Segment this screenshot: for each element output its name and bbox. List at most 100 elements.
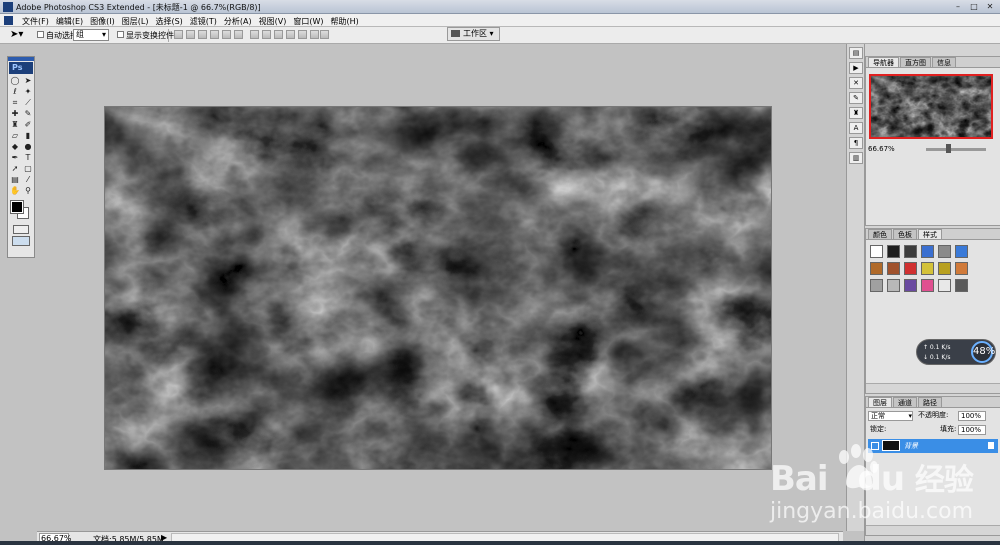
document-canvas[interactable] (104, 106, 772, 470)
align-hcenter-icon[interactable] (222, 30, 231, 39)
maximize-button[interactable]: □ (967, 1, 981, 12)
pen-tool-icon[interactable]: ✒ (9, 153, 21, 163)
style-swatch[interactable] (887, 262, 900, 275)
style-swatch[interactable] (870, 279, 883, 292)
align-left-icon[interactable] (210, 30, 219, 39)
navigator-slider-knob[interactable] (946, 144, 951, 153)
style-swatch[interactable] (938, 262, 951, 275)
workspace-button[interactable]: 工作区 ▾ (447, 27, 500, 41)
style-swatch[interactable] (921, 262, 934, 275)
color-picker (8, 197, 34, 223)
align-right-icon[interactable] (234, 30, 243, 39)
style-swatch[interactable] (870, 245, 883, 258)
photoshop-window: Adobe Photoshop CS3 Extended - [未标题-1 @ … (0, 0, 1000, 545)
workspace-icon (451, 30, 460, 37)
distribute-hcenter-icon[interactable] (298, 30, 307, 39)
align-vcenter-icon[interactable] (186, 30, 195, 39)
distribute-buttons (250, 30, 319, 39)
brush-tool-icon[interactable]: ✎ (22, 109, 34, 119)
style-swatch[interactable] (921, 245, 934, 258)
healing-brush-icon[interactable]: ✚ (9, 109, 21, 119)
actions-panel-icon[interactable]: ▶ (849, 62, 863, 74)
tab-color[interactable]: 颜色 (868, 229, 892, 239)
distribute-bottom-icon[interactable] (274, 30, 283, 39)
style-swatch[interactable] (904, 279, 917, 292)
auto-align-group (320, 30, 329, 39)
tab-paths[interactable]: 路径 (918, 397, 942, 407)
distribute-vcenter-icon[interactable] (262, 30, 271, 39)
tool-presets-icon[interactable]: ✕ (849, 77, 863, 89)
toolbox-grip[interactable] (8, 57, 34, 61)
distribute-right-icon[interactable] (310, 30, 319, 39)
shape-tool-icon[interactable]: ▢ (22, 164, 34, 174)
magic-wand-icon[interactable]: ✦ (22, 87, 34, 97)
brushes-panel-icon[interactable]: ✎ (849, 92, 863, 104)
distribute-left-icon[interactable] (286, 30, 295, 39)
hand-tool-icon[interactable]: ✋ (9, 186, 21, 196)
history-brush-icon[interactable]: ✐ (22, 120, 34, 130)
tab-histogram[interactable]: 直方图 (900, 57, 931, 67)
style-swatch[interactable] (887, 279, 900, 292)
zoom-tool-icon[interactable]: ⚲ (22, 186, 34, 196)
dodge-tool-icon[interactable]: ● (22, 142, 34, 152)
navigator-zoom-slider[interactable] (926, 148, 986, 151)
opacity-field[interactable]: 100% (958, 411, 986, 421)
style-swatch[interactable] (887, 245, 900, 258)
type-tool-icon[interactable]: T (22, 153, 34, 163)
style-swatch[interactable] (938, 279, 951, 292)
tab-navigator[interactable]: 导航器 (868, 57, 899, 67)
clone-source-icon[interactable]: ♜ (849, 107, 863, 119)
layer-row-background[interactable]: 背景 (868, 439, 998, 453)
auto-select-checkbox[interactable] (37, 31, 44, 38)
navigator-zoom[interactable]: 66.67% (868, 145, 895, 153)
quick-mask-button[interactable] (13, 225, 29, 234)
align-top-icon[interactable] (174, 30, 183, 39)
style-swatch[interactable] (955, 279, 968, 292)
minimize-button[interactable]: – (951, 1, 965, 12)
tab-layers[interactable]: 图层 (868, 397, 892, 407)
network-speed-widget: ↑ 0.1 K/s ↓ 0.1 K/s 48% (916, 339, 996, 365)
tab-swatches[interactable]: 色板 (893, 229, 917, 239)
layer-comps-icon[interactable]: ▥ (849, 152, 863, 164)
marquee-tool-icon[interactable]: ◯ (9, 76, 21, 86)
tab-channels[interactable]: 通道 (893, 397, 917, 407)
gradient-tool-icon[interactable]: ▮ (22, 131, 34, 141)
notes-tool-icon[interactable]: ▤ (9, 175, 21, 185)
blur-tool-icon[interactable]: ◆ (9, 142, 21, 152)
style-swatch[interactable] (955, 262, 968, 275)
style-swatch[interactable] (921, 279, 934, 292)
visibility-eye-icon[interactable] (871, 442, 879, 450)
auto-align-icon[interactable] (320, 30, 329, 39)
paragraph-panel-icon[interactable]: ¶ (849, 137, 863, 149)
lasso-tool-icon[interactable]: ℓ (9, 87, 21, 97)
tab-styles[interactable]: 样式 (918, 229, 942, 239)
close-button[interactable]: ✕ (983, 1, 997, 12)
history-panel-icon[interactable]: ▤ (849, 47, 863, 59)
window-title: Adobe Photoshop CS3 Extended - [未标题-1 @ … (16, 3, 261, 12)
auto-select-dropdown[interactable]: 组 ▾ (73, 29, 109, 41)
character-panel-icon[interactable]: A (849, 122, 863, 134)
tab-info[interactable]: 信息 (932, 57, 956, 67)
move-tool-icon[interactable]: ➤ (22, 76, 34, 86)
path-select-icon[interactable]: ➚ (9, 164, 21, 174)
style-swatch[interactable] (870, 262, 883, 275)
clone-stamp-icon[interactable]: ♜ (9, 120, 21, 130)
slice-tool-icon[interactable]: ⟋ (22, 98, 34, 108)
foreground-color-swatch[interactable] (10, 200, 24, 214)
screen-mode-button[interactable] (12, 236, 30, 246)
show-transform-checkbox[interactable] (117, 31, 124, 38)
eraser-tool-icon[interactable]: ▱ (9, 131, 21, 141)
distribute-top-icon[interactable] (250, 30, 259, 39)
fill-field[interactable]: 100% (958, 425, 986, 435)
move-tool-icon[interactable]: ➤▾ (10, 29, 23, 40)
style-swatch[interactable] (938, 245, 951, 258)
style-swatch[interactable] (904, 262, 917, 275)
style-swatch[interactable] (955, 245, 968, 258)
blend-mode-select[interactable]: 正常 ▾ (868, 411, 913, 421)
eyedropper-icon[interactable]: ⁄ (22, 175, 34, 185)
navigator-preview[interactable] (869, 74, 993, 139)
align-bottom-icon[interactable] (198, 30, 207, 39)
style-swatch[interactable] (904, 245, 917, 258)
crop-tool-icon[interactable]: ⌗ (9, 98, 21, 108)
panel-dock: ▤ ▶ ✕ ✎ ♜ A ¶ ▥ (846, 44, 864, 531)
